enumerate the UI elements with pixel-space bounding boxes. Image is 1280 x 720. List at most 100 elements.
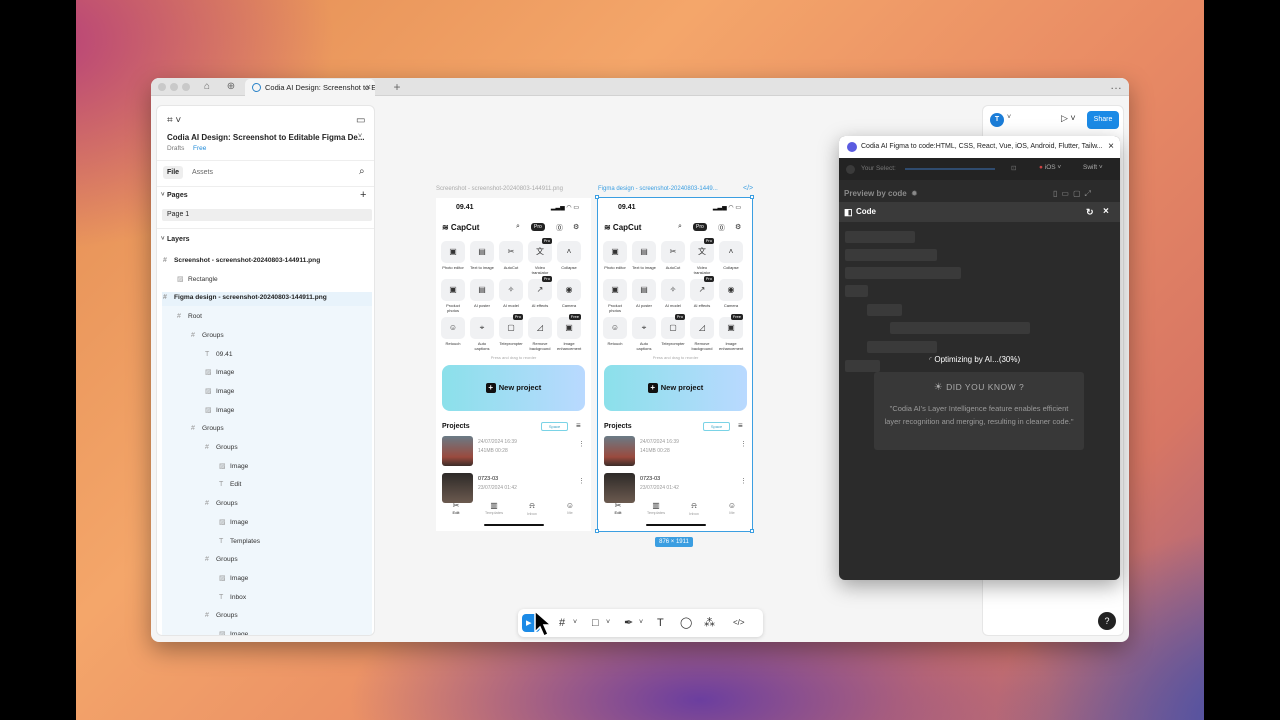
layer-item[interactable]: ▨ Image <box>219 461 248 473</box>
text-tool-icon[interactable]: T <box>657 616 664 630</box>
settings-icon[interactable]: ⚙ <box>573 223 579 231</box>
more-icon[interactable]: ⋮ <box>578 440 585 448</box>
pro-badge[interactable]: Pro <box>531 223 545 231</box>
chevron-down-icon[interactable]: ˅ <box>161 236 165 242</box>
layer-item[interactable]: # Groups <box>205 554 238 566</box>
chevron-down-icon[interactable]: ˅ <box>1007 114 1011 121</box>
tool-item[interactable]: ◉ Camera <box>557 279 581 308</box>
search-icon[interactable]: ⌕ <box>359 166 365 177</box>
tool-item[interactable]: ↗ Pro AI effects <box>528 276 552 308</box>
project-title[interactable]: 24/07/2024 16:39 <box>478 439 517 445</box>
more-icon[interactable]: ⋮ <box>578 477 585 485</box>
tab-assets[interactable]: Assets <box>192 169 213 176</box>
nav-edit[interactable]: ✂ Edit <box>444 501 468 515</box>
lock-icon[interactable]: ⊡ <box>1011 164 1016 172</box>
chevron-down-icon[interactable]: ˅ <box>639 616 643 630</box>
layer-item[interactable]: T Templates <box>219 536 260 548</box>
new-tab-icon[interactable]: + <box>387 80 407 94</box>
share-button[interactable]: Share <box>1087 111 1119 129</box>
help-icon[interactable]: ⓪ <box>556 223 563 233</box>
chevron-down-icon[interactable]: ˅ <box>161 192 165 198</box>
layer-item[interactable]: T Edit <box>219 479 241 491</box>
tool-item[interactable]: ⌖ Auto captions <box>470 317 494 351</box>
figma-menu-icon[interactable]: ⌗ ˅ <box>167 115 181 126</box>
layer-item[interactable]: # Groups <box>205 442 238 454</box>
resize-handle[interactable] <box>595 195 599 199</box>
project-title[interactable]: 0723-03 <box>478 476 498 482</box>
layer-item[interactable]: # Root <box>177 311 202 323</box>
globe-icon[interactable]: ⊕ <box>221 80 241 94</box>
layer-item[interactable]: T Inbox <box>219 592 246 604</box>
present-icon[interactable]: ▷ ˅ <box>1061 113 1076 124</box>
page-item-1[interactable]: Page 1 <box>162 209 372 221</box>
nav-templates[interactable]: ▥ Templates <box>482 501 506 515</box>
help-button[interactable]: ? <box>1098 612 1116 630</box>
avatar[interactable]: T <box>990 113 1004 127</box>
language-select[interactable]: Swift ˅ <box>1083 164 1103 171</box>
tool-item[interactable]: ✂ AutoCut <box>499 241 523 270</box>
tool-item[interactable]: ˄ Collapse <box>557 241 581 270</box>
layer-item[interactable]: ▨ Rectangle <box>177 274 218 286</box>
resize-handle[interactable] <box>595 529 599 533</box>
layer-item[interactable]: # Groups <box>191 330 224 342</box>
home-icon[interactable]: ⌂ <box>197 80 217 94</box>
layer-item[interactable]: # Groups <box>205 498 238 510</box>
tool-item[interactable]: 文 Pro Video translator <box>528 238 552 275</box>
layer-item[interactable]: ▨ Image <box>205 367 234 379</box>
layer-item[interactable]: ▨ Image <box>219 629 248 635</box>
chevron-down-icon[interactable]: ˅ <box>573 616 577 630</box>
layer-item[interactable]: ▨ Image <box>219 573 248 585</box>
project-title[interactable]: Codia AI Design: Screenshot to Editable … <box>167 133 365 142</box>
more-icon[interactable]: … <box>1106 78 1126 92</box>
search-icon[interactable]: ⌕ <box>516 223 520 231</box>
new-project-button[interactable]: + New project <box>442 365 585 411</box>
nav-me[interactable]: ☺ Me <box>558 501 582 515</box>
tool-item[interactable]: ▤ Text to image <box>470 241 494 270</box>
frame-label-figma[interactable]: Figma design - screenshot-20240803-1449.… <box>598 186 718 192</box>
tool-item[interactable]: ▣ Free Image enhancement <box>557 314 581 351</box>
tool-item[interactable]: ▢ Pro Teleprompter <box>499 314 523 346</box>
tab-codia[interactable]: Codia AI Design: Screenshot to E × <box>245 79 375 96</box>
dev-mode-icon[interactable]: </> <box>733 616 745 630</box>
tool-item[interactable]: ▣ Photo editor <box>441 241 465 270</box>
space-badge[interactable]: Space <box>541 422 568 431</box>
close-icon[interactable]: × <box>1108 136 1114 158</box>
tool-item[interactable]: ▣ Product photos <box>441 279 465 313</box>
device-icons[interactable]: ▯▭▢⤢ <box>1053 189 1095 199</box>
sidebar-toggle-icon[interactable]: ▭ <box>356 115 365 126</box>
frame-label-screenshot[interactable]: Screenshot - screenshot-20240803-144911.… <box>436 186 563 192</box>
settings-icon[interactable]: ✹ <box>911 189 918 198</box>
rectangle-tool-icon[interactable]: □ <box>592 616 599 630</box>
tab-file[interactable]: File <box>163 166 183 179</box>
chevron-down-icon[interactable]: ˅ <box>606 616 610 630</box>
comment-tool-icon[interactable]: ◯ <box>680 616 692 630</box>
nav-inbox[interactable]: ⍾ Inbox <box>520 501 544 516</box>
tool-item[interactable]: ◿ Remove background <box>528 317 552 351</box>
resize-handle[interactable] <box>750 195 754 199</box>
close-icon[interactable]: × <box>1103 202 1109 222</box>
layer-item[interactable]: # Groups <box>191 423 224 435</box>
resize-handle[interactable] <box>750 529 754 533</box>
maximize-dot[interactable] <box>182 83 190 91</box>
tool-item[interactable]: ▤ AI poster <box>470 279 494 308</box>
pen-tool-icon[interactable]: ✒ <box>624 616 633 630</box>
layer-item[interactable]: T 09.41 <box>205 349 233 361</box>
minimize-dot[interactable] <box>170 83 178 91</box>
add-page-icon[interactable]: + <box>360 189 366 201</box>
layer-item[interactable]: ▨ Image <box>205 386 234 398</box>
platform-select[interactable]: ● iOS ˅ <box>1039 164 1061 171</box>
layer-item[interactable]: ▨ Image <box>205 405 234 417</box>
chevron-down-icon[interactable]: ˅ <box>358 133 362 140</box>
resources-tool-icon[interactable]: ⁂ <box>704 616 715 630</box>
layer-item[interactable]: # Screenshot - screenshot-20240803-144911… <box>163 255 320 267</box>
frame-tool-icon[interactable]: # <box>559 616 565 630</box>
drafts-label[interactable]: Drafts <box>167 145 184 152</box>
layer-item[interactable]: # Figma design - screenshot-20240803-1449… <box>163 292 327 304</box>
refresh-icon[interactable]: ↻ <box>1086 202 1094 222</box>
close-tab-icon[interactable]: × <box>366 79 371 96</box>
project-thumbnail[interactable] <box>442 436 473 466</box>
layer-item[interactable]: # Groups <box>205 610 238 622</box>
layer-item[interactable]: ▨ Image <box>219 517 248 529</box>
tool-item[interactable]: ☺ Retouch <box>441 317 465 346</box>
phone-screenshot[interactable]: 09.41 ▂▃▅ ◠ ▭ ≋ CapCut ⌕ Pro ⓪ ⚙ ▣ Photo editor ▤… <box>436 198 591 531</box>
